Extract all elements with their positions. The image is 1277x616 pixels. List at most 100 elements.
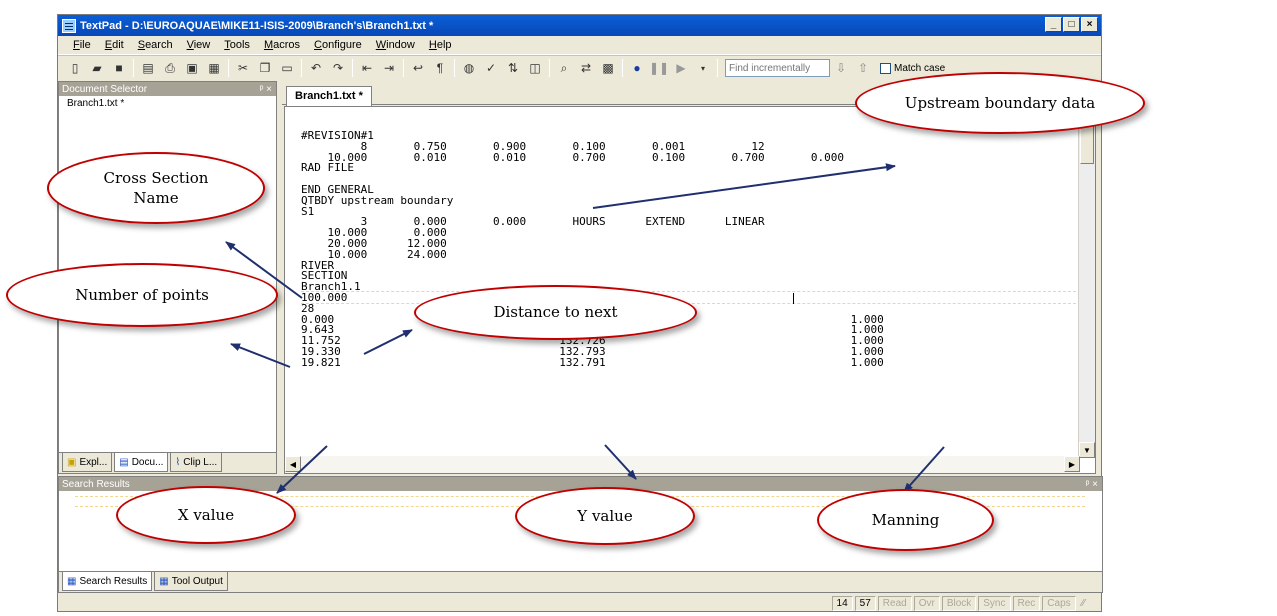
search-results-title: Search Results bbox=[62, 478, 130, 490]
callout-distance-to-next: Distance to next bbox=[414, 285, 697, 340]
menu-view[interactable]: View bbox=[180, 39, 218, 51]
tab-tool-output[interactable]: ▦ Tool Output bbox=[154, 572, 228, 591]
scroll-right-arrow-icon[interactable]: ▶ bbox=[1064, 456, 1080, 472]
minimize-button[interactable]: _ bbox=[1045, 17, 1062, 32]
tool-output-icon: ▦ bbox=[159, 575, 169, 587]
toolbar-separator bbox=[454, 59, 455, 77]
tab-search-results[interactable]: ▦ Search Results bbox=[62, 572, 153, 591]
code-line[interactable]: 10.000 0.010 0.010 0.700 0.100 0.700 0.0… bbox=[301, 152, 884, 164]
vertical-scroll-thumb[interactable] bbox=[1080, 124, 1094, 164]
code-line[interactable]: SECTION bbox=[301, 270, 884, 282]
resize-grip-icon[interactable]: ⁄⁄ bbox=[1082, 598, 1085, 609]
sort-icon[interactable]: ⇅ bbox=[504, 59, 522, 77]
tab-document-selector-label: Docu... bbox=[131, 456, 164, 468]
spell-check-icon[interactable]: ✓ bbox=[482, 59, 500, 77]
code-line[interactable]: 19.821 132.791 1.000 bbox=[301, 357, 884, 369]
paste-icon[interactable]: ▭ bbox=[278, 59, 296, 77]
match-case-label: Match case bbox=[894, 62, 946, 74]
vertical-scrollbar[interactable]: ▲ ▼ bbox=[1078, 107, 1095, 458]
scroll-left-arrow-icon[interactable]: ◀ bbox=[285, 456, 301, 472]
menu-configure[interactable]: Configure bbox=[307, 39, 369, 51]
document-item[interactable]: Branch1.txt * bbox=[59, 96, 276, 111]
maximize-button[interactable]: □ bbox=[1063, 17, 1080, 32]
explorer-icon: ▣ bbox=[67, 456, 77, 468]
open-folder-icon[interactable]: ▰ bbox=[88, 59, 106, 77]
tab-clip-library[interactable]: ⌇ Clip L... bbox=[170, 453, 223, 472]
window-icon[interactable]: ▦ bbox=[205, 59, 223, 77]
paragraph-icon[interactable]: ¶ bbox=[431, 59, 449, 77]
find-icon[interactable]: ⌕ bbox=[555, 59, 573, 77]
search-results-icon: ▦ bbox=[67, 575, 77, 587]
pane-close-icon[interactable]: ᵖ × bbox=[260, 84, 272, 95]
text-editor[interactable]: #REVISION#1 8 0.750 0.900 0.100 0.001 12… bbox=[284, 106, 1096, 474]
find-incrementally-input[interactable] bbox=[725, 59, 830, 77]
search-pane-close-icon[interactable]: ᵖ × bbox=[1086, 479, 1098, 490]
callout-x-value: X value bbox=[116, 486, 296, 544]
record-macro-icon[interactable]: ● bbox=[628, 59, 646, 77]
match-case-checkbox[interactable] bbox=[880, 62, 891, 74]
replace-icon[interactable]: ⇄ bbox=[577, 59, 595, 77]
code-line[interactable]: RAD FILE bbox=[301, 162, 884, 174]
menu-tools[interactable]: Tools bbox=[217, 39, 257, 51]
save-icon[interactable]: ■ bbox=[110, 59, 128, 77]
status-sync: Sync bbox=[978, 595, 1011, 611]
toolbar-separator bbox=[352, 59, 353, 77]
text-cursor bbox=[793, 293, 794, 304]
document-selector-icon: ▤ bbox=[119, 456, 129, 468]
undo-icon[interactable]: ↶ bbox=[307, 59, 325, 77]
menu-file[interactable]: File bbox=[66, 39, 98, 51]
tab-tool-output-label: Tool Output bbox=[171, 575, 223, 587]
tab-explorer[interactable]: ▣ Expl... bbox=[62, 453, 113, 472]
callout-number-of-points: Number of points bbox=[6, 263, 278, 327]
bottom-pane-tabs: ▦ Search Results ▦ Tool Output bbox=[59, 571, 1102, 592]
indent-icon[interactable]: ⇤ bbox=[358, 59, 376, 77]
menu-edit[interactable]: Edit bbox=[98, 39, 131, 51]
find-previous-up-icon[interactable]: ⇧ bbox=[854, 59, 872, 77]
menu-macros[interactable]: Macros bbox=[257, 39, 307, 51]
document-selector-header: Document Selector ᵖ × bbox=[59, 82, 276, 96]
toolbar-separator bbox=[403, 59, 404, 77]
outdent-icon[interactable]: ⇥ bbox=[380, 59, 398, 77]
code-line[interactable]: 10.000 24.000 bbox=[301, 249, 884, 261]
copy-icon[interactable]: ❐ bbox=[256, 59, 274, 77]
toolbar-separator bbox=[228, 59, 229, 77]
page: { "window": { "title": "TextPad - D:\\EU… bbox=[0, 0, 1277, 616]
callout-upstream-boundary-data: Upstream boundary data bbox=[855, 72, 1145, 134]
menu-search[interactable]: Search bbox=[131, 39, 180, 51]
toolbar-separator bbox=[549, 59, 550, 77]
print-icon[interactable]: ⎙ bbox=[161, 59, 179, 77]
print-preview-icon[interactable]: ▣ bbox=[183, 59, 201, 77]
tab-explorer-label: Expl... bbox=[79, 456, 108, 468]
pause-macro-icon[interactable]: ❚❚ bbox=[649, 59, 669, 77]
left-pane-tabs: ▣ Expl... ▤ Docu... ⌇ Clip L... bbox=[59, 452, 276, 473]
compare-icon[interactable]: ◫ bbox=[526, 59, 544, 77]
title-bar[interactable]: TextPad - D:\EUROAQUAE\MIKE11-ISIS-2009\… bbox=[58, 15, 1101, 36]
callout-manning: Manning bbox=[817, 489, 994, 551]
toolbar-separator bbox=[301, 59, 302, 77]
status-block: Block bbox=[941, 595, 977, 611]
redo-icon[interactable]: ↷ bbox=[329, 59, 347, 77]
status-column-number: 57 bbox=[854, 595, 876, 611]
textpad-app-icon[interactable] bbox=[62, 18, 76, 33]
code-line[interactable] bbox=[301, 174, 884, 185]
tab-document-selector[interactable]: ▤ Docu... bbox=[114, 453, 169, 472]
word-wrap-icon[interactable]: ↩ bbox=[409, 59, 427, 77]
web-globe-icon[interactable]: ◍ bbox=[460, 59, 478, 77]
menu-bar: File Edit Search View Tools Macros Confi… bbox=[58, 36, 1101, 55]
close-button[interactable]: × bbox=[1081, 17, 1098, 32]
menu-help[interactable]: Help bbox=[422, 39, 459, 51]
menu-window[interactable]: Window bbox=[369, 39, 422, 51]
code-line[interactable]: QTBDY upstream boundary bbox=[301, 195, 884, 207]
code-line[interactable]: RIVER bbox=[301, 260, 884, 272]
find-in-files-icon[interactable]: ▩ bbox=[599, 59, 617, 77]
play-macro-icon[interactable]: ▶ bbox=[672, 59, 690, 77]
cut-icon[interactable]: ✂ bbox=[234, 59, 252, 77]
document-icon[interactable]: ▤ bbox=[139, 59, 157, 77]
dropdown-arrow-icon[interactable]: ▾ bbox=[694, 59, 712, 77]
find-next-down-icon[interactable]: ⇩ bbox=[832, 59, 850, 77]
scroll-down-arrow-icon[interactable]: ▼ bbox=[1079, 442, 1095, 458]
toolbar-separator bbox=[717, 59, 718, 77]
tab-branch1-txt[interactable]: Branch1.txt * bbox=[286, 86, 372, 106]
horizontal-scrollbar[interactable]: ◀ ▶ bbox=[285, 456, 1080, 473]
new-file-icon[interactable]: ▯ bbox=[66, 59, 84, 77]
